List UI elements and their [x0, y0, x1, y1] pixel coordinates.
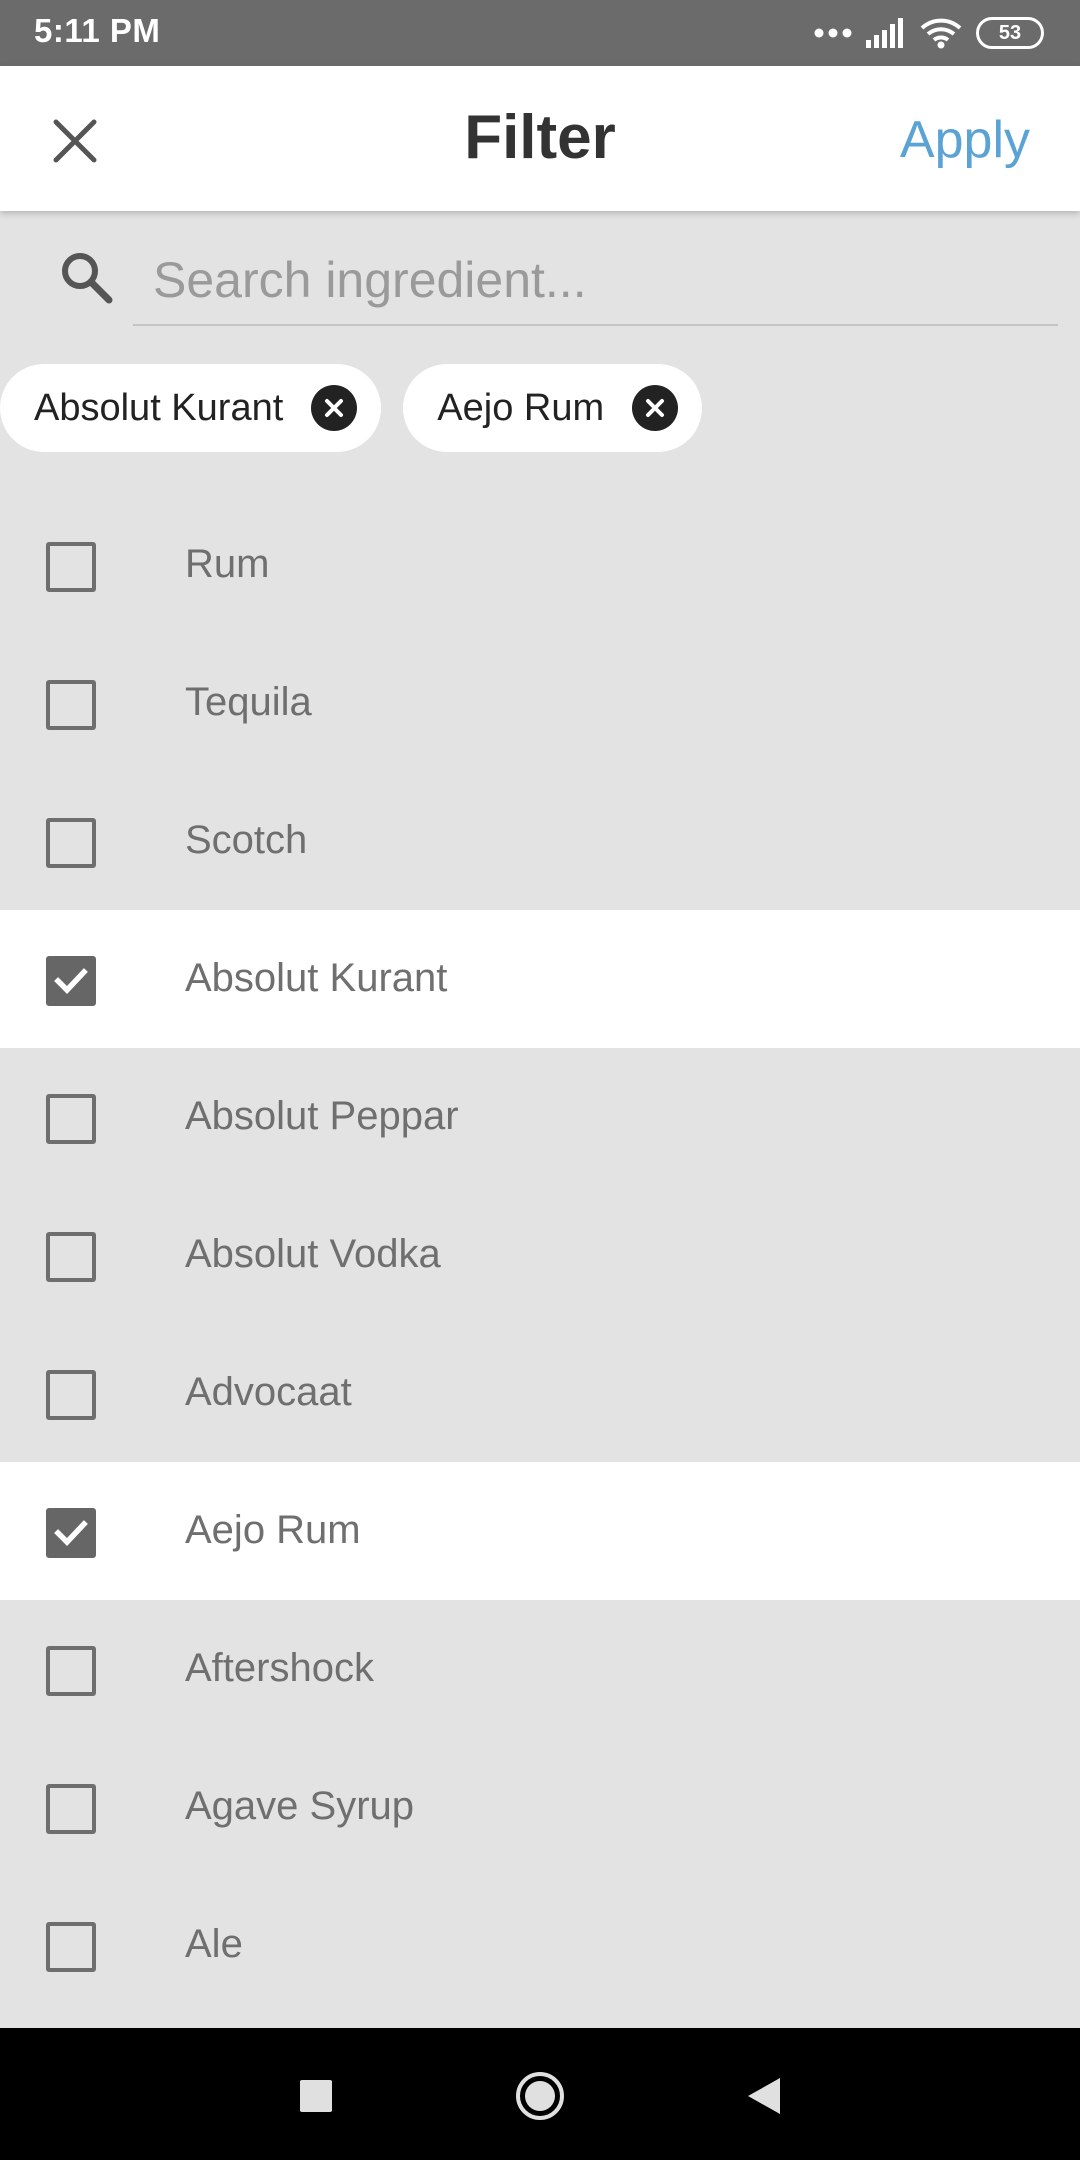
ingredient-row[interactable]: Absolut Kurant [0, 910, 1080, 1048]
ingredient-row[interactable]: Aejo Rum [0, 1462, 1080, 1600]
ingredient-row[interactable]: Absolut Vodka [0, 1186, 1080, 1324]
checkbox-unchecked[interactable] [46, 1094, 96, 1144]
ingredient-label: Absolut Vodka [185, 1232, 441, 1276]
ingredient-label: Agave Syrup [185, 1784, 415, 1828]
status-time: 5:11 PM [34, 12, 161, 49]
close-button[interactable] [40, 106, 110, 176]
ingredient-row[interactable]: Advocaat [0, 1324, 1080, 1462]
ingredient-row[interactable]: Scotch [0, 772, 1080, 910]
navigation-bar [0, 2028, 1080, 2160]
apply-button[interactable]: Apply [900, 110, 1030, 170]
close-icon [646, 399, 665, 417]
checkbox-checked[interactable] [46, 956, 96, 1006]
checkbox-unchecked[interactable] [46, 1784, 96, 1834]
ingredient-label: Ale [185, 1922, 243, 1966]
battery-level: 53 [998, 21, 1022, 44]
back-triangle-icon [748, 2078, 780, 2114]
home-button[interactable] [510, 2066, 570, 2126]
ingredient-label: Absolut Kurant [185, 956, 448, 1000]
search-icon [62, 253, 113, 304]
more-dots-icon [814, 28, 852, 38]
checkbox-unchecked[interactable] [46, 1370, 96, 1420]
wifi-icon [920, 18, 962, 49]
ingredient-row[interactable]: Rum [0, 496, 1080, 634]
chip-remove-button[interactable] [632, 385, 679, 431]
chip: Absolut Kurant [0, 364, 382, 452]
battery-icon: 53 [976, 17, 1044, 49]
ingredient-label: Scotch [185, 818, 308, 862]
ingredient-label: Aejo Rum [185, 1508, 361, 1552]
search-input[interactable] [133, 236, 1058, 326]
ingredient-label: Advocaat [185, 1370, 352, 1414]
chip-label: Aejo Rum [437, 386, 605, 429]
ingredient-label: Tequila [185, 680, 312, 724]
app-bar: Filter Apply [0, 66, 1080, 211]
status-bar: 5:11 PM 53 [0, 0, 1080, 66]
ingredient-label: Rum [185, 542, 270, 586]
close-icon [325, 399, 344, 417]
checkbox-unchecked[interactable] [46, 1646, 96, 1696]
check-icon [54, 968, 88, 994]
ingredient-label: Aftershock [185, 1646, 374, 1690]
checkbox-unchecked[interactable] [46, 1922, 96, 1972]
ingredient-row[interactable]: Agave Syrup [0, 1738, 1080, 1876]
ingredient-list: Rum Tequila Scotch Absolut Kurant Absolut Pe… [0, 496, 1080, 2014]
ingredient-row[interactable]: Ale [0, 1876, 1080, 2014]
search-bar [0, 211, 1080, 341]
checkbox-unchecked[interactable] [46, 1232, 96, 1282]
checkbox-unchecked[interactable] [46, 542, 96, 592]
ingredient-label: Absolut Peppar [185, 1094, 459, 1138]
chip-label: Absolut Kurant [34, 386, 284, 429]
selected-chips: Absolut Kurant Aejo Rum [0, 364, 703, 452]
square-icon [300, 2080, 332, 2112]
ingredient-row[interactable]: Tequila [0, 634, 1080, 772]
chip: Aejo Rum [403, 364, 703, 452]
checkbox-unchecked[interactable] [46, 680, 96, 730]
checkbox-checked[interactable] [46, 1508, 96, 1558]
close-icon [53, 119, 97, 163]
chip-remove-button[interactable] [311, 385, 358, 431]
back-button[interactable] [734, 2066, 794, 2126]
ingredient-row[interactable]: Absolut Peppar [0, 1048, 1080, 1186]
recents-button[interactable] [286, 2066, 346, 2126]
ingredient-row[interactable]: Aftershock [0, 1600, 1080, 1738]
cell-signal-icon [866, 18, 903, 48]
checkbox-unchecked[interactable] [46, 818, 96, 868]
home-circle-icon [516, 2072, 564, 2120]
status-icons: 53 [814, 14, 1044, 52]
check-icon [54, 1520, 88, 1546]
